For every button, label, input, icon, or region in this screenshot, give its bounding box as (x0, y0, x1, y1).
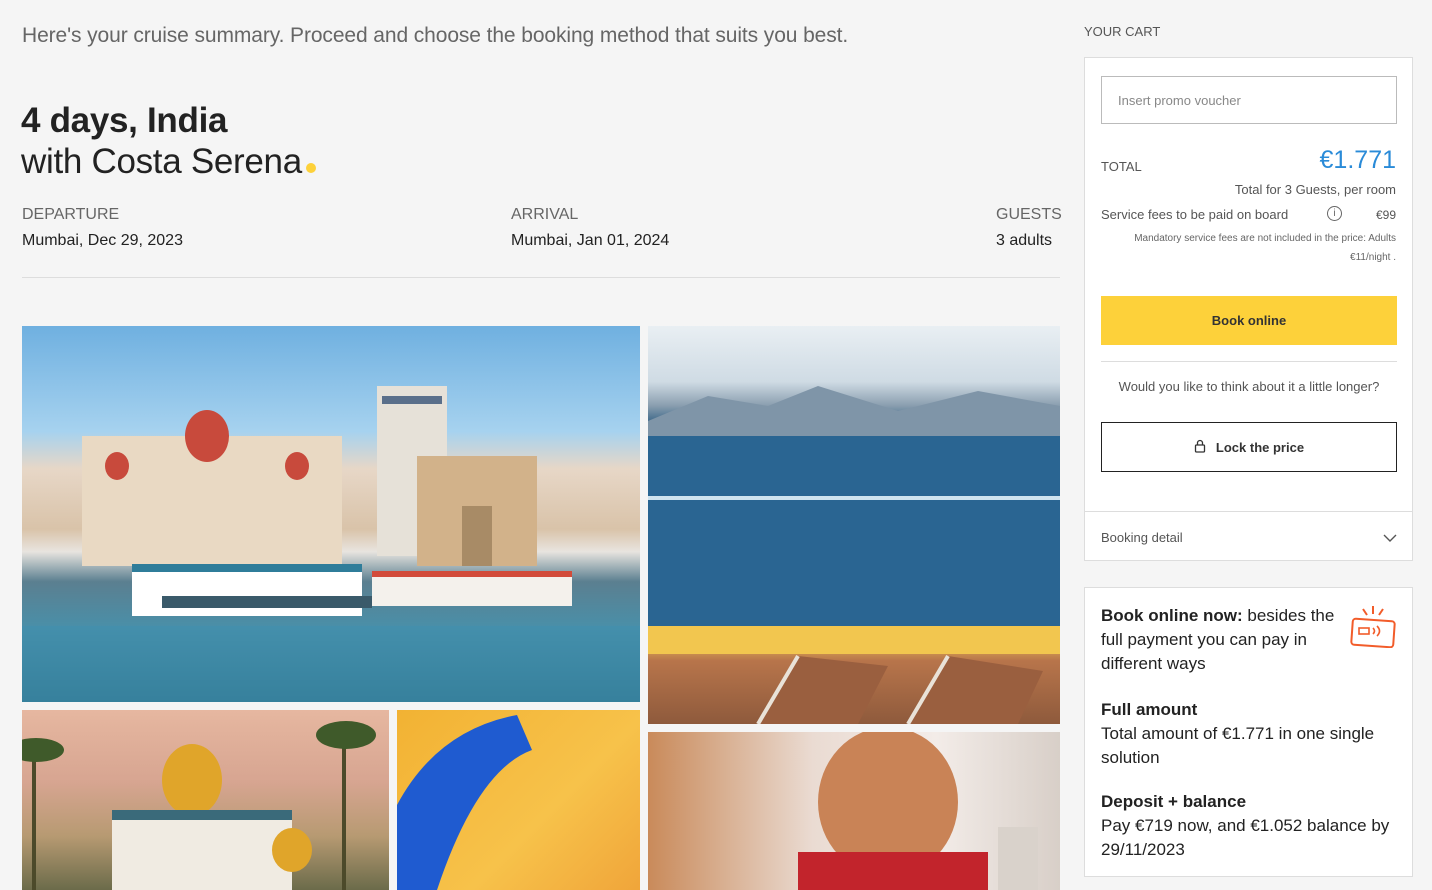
total-label: TOTAL (1101, 159, 1142, 174)
payment-options-headline: Book online now: besides the full paymen… (1101, 604, 1341, 676)
summary-divider (22, 277, 1060, 278)
guests-info: GUESTS 3 adults (996, 206, 1062, 250)
service-fees-label: Service fees to be paid on board (1101, 207, 1289, 222)
promo-voucher-input[interactable] (1101, 76, 1397, 124)
payment-options-headline-bold: Book online now: (1101, 606, 1243, 625)
think-longer-text: Would you like to think about it a littl… (1118, 379, 1380, 394)
cart-panel: TOTAL €1.771 Total for 3 Guests, per roo… (1084, 57, 1413, 561)
gallery-photo-guest[interactable] (648, 732, 1060, 890)
arrival-value: Mumbai, Jan 01, 2024 (511, 232, 670, 249)
guests-label: GUESTS (996, 206, 1062, 223)
service-fees-note: Mandatory service fees are not included … (1134, 233, 1396, 263)
cruise-title: 4 days, India with Costa Serena (21, 100, 316, 182)
full-amount-text: Total amount of €1.771 in one single sol… (1101, 724, 1375, 767)
deposit-balance-title: Deposit + balance (1101, 792, 1247, 811)
full-amount-title: Full amount (1101, 700, 1198, 719)
total-price: €1.771 (1319, 146, 1396, 174)
chevron-down-icon (1383, 530, 1397, 545)
departure-label: DEPARTURE (22, 206, 120, 223)
departure-info: DEPARTURE Mumbai, Dec 29, 2023 (22, 206, 183, 250)
cart-title: YOUR CART (1084, 24, 1161, 39)
departure-value: Mumbai, Dec 29, 2023 (22, 232, 183, 249)
deposit-balance-text: Pay €719 now, and €1.052 balance by 29/1… (1101, 816, 1390, 859)
service-fees-value: €99 (1375, 208, 1396, 222)
total-subtitle: Total for 3 Guests, per room (1234, 182, 1396, 197)
lock-price-label: Lock the price (1215, 439, 1305, 455)
card-payment-icon (1350, 604, 1396, 653)
gallery-photo-sea-deck[interactable] (648, 326, 1060, 724)
gallery-photo-costa-funnel[interactable] (397, 710, 640, 890)
gallery-photo-mumbai[interactable] (22, 326, 640, 702)
arrival-label: ARRIVAL (511, 206, 579, 223)
book-online-button[interactable]: Book online (1101, 296, 1397, 345)
title-dot (305, 163, 316, 173)
booking-detail-divider (1085, 511, 1412, 512)
full-amount-option: Full amount Total amount of €1.771 in on… (1101, 698, 1401, 770)
cruise-title-duration: 4 days, India (21, 101, 228, 140)
intro-text: Here's your cruise summary. Proceed and … (22, 24, 849, 47)
booking-detail-label: Booking detail (1101, 529, 1183, 545)
arrival-info: ARRIVAL Mumbai, Jan 01, 2024 (511, 206, 669, 250)
deposit-balance-option: Deposit + balance Pay €719 now, and €1.0… (1101, 790, 1401, 862)
guests-value: 3 adults (996, 232, 1053, 249)
cart-divider (1101, 361, 1397, 362)
payment-options-panel: Book online now: besides the full paymen… (1084, 587, 1413, 877)
info-icon[interactable]: i (1327, 206, 1342, 221)
ship-name: with Costa Serena (21, 142, 302, 181)
cruise-title-ship: with Costa Serena (21, 141, 316, 182)
lock-icon (1194, 439, 1206, 456)
booking-detail-toggle[interactable]: Booking detail (1101, 513, 1397, 561)
gallery-photo-temple[interactable] (22, 710, 389, 890)
lock-price-button[interactable]: Lock the price (1101, 422, 1397, 472)
